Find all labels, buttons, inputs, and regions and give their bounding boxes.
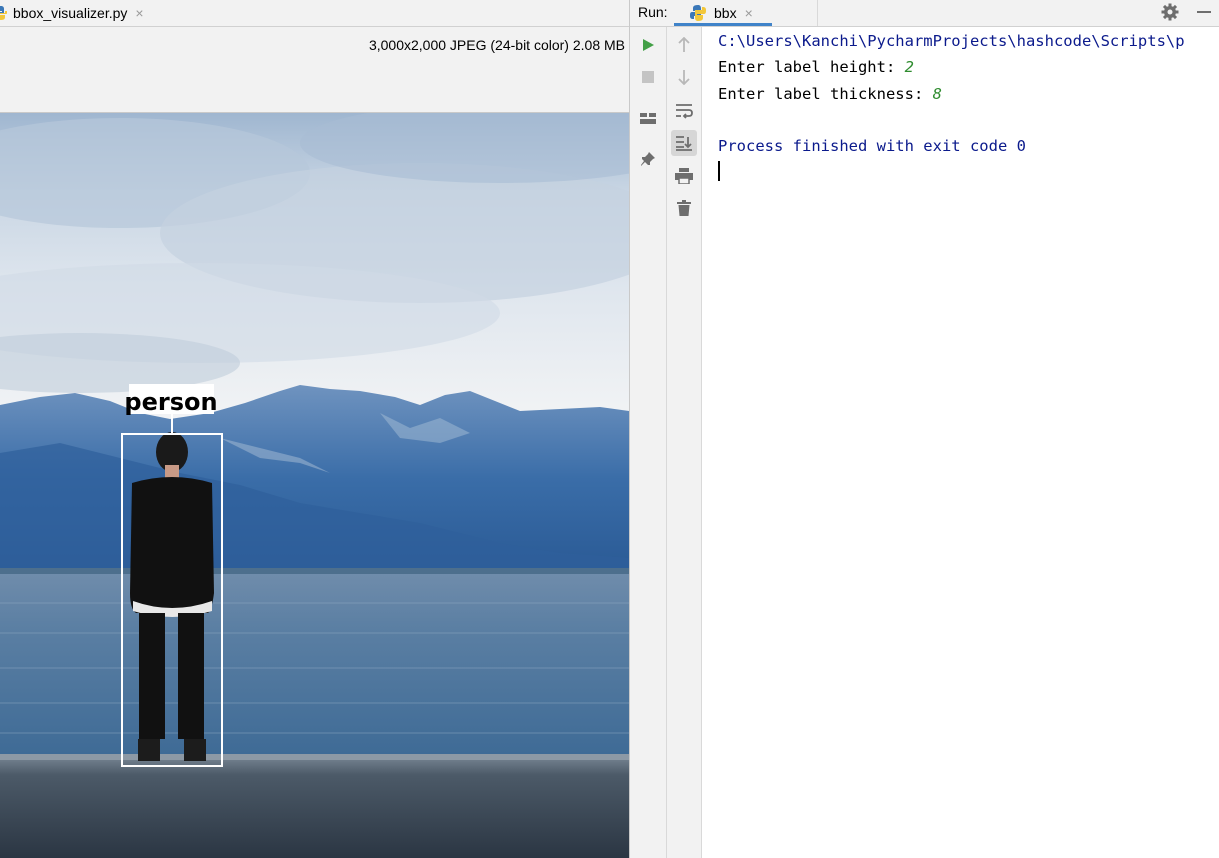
arrow-down-icon — [678, 70, 690, 85]
run-label: Run: — [638, 4, 668, 20]
close-run-tab-icon[interactable]: × — [745, 5, 753, 21]
console-prompt-height: Enter label height: — [718, 58, 905, 76]
run-toolbar-primary — [630, 27, 667, 858]
console-input-thickness: 8 — [932, 85, 942, 103]
minimize-button[interactable] — [1194, 2, 1214, 22]
editor-tab-label: bbox_visualizer.py — [13, 5, 128, 21]
image-info-bar: 3,000x2,000 JPEG (24-bit color) 2.08 MB — [0, 27, 629, 113]
arrow-up-icon — [678, 37, 690, 52]
rerun-button[interactable] — [635, 32, 661, 58]
scroll-to-end-icon — [676, 136, 692, 151]
minimize-icon — [1197, 11, 1211, 13]
stop-button[interactable] — [635, 64, 661, 90]
console-line-height: Enter label height: 2 — [718, 58, 914, 76]
header-divider — [817, 0, 818, 26]
up-stack-button[interactable] — [671, 32, 697, 58]
image-viewer[interactable]: person — [0, 113, 629, 858]
run-tab-indicator — [674, 23, 772, 26]
text-caret — [718, 161, 720, 181]
pin-tab-button[interactable] — [635, 146, 661, 172]
landscape-image: person — [0, 113, 629, 858]
close-tab-icon[interactable]: × — [135, 5, 143, 21]
print-icon — [675, 168, 693, 184]
run-toolbar-secondary — [667, 27, 702, 858]
clear-all-button[interactable] — [671, 195, 697, 221]
console-command-line: C:\Users\Kanchi\PycharmProjects\hashcode… — [718, 32, 1185, 50]
soft-wrap-icon — [676, 104, 693, 119]
editor-tab-bbox-visualizer[interactable]: bbox_visualizer.py × — [0, 0, 144, 26]
play-icon — [643, 39, 654, 51]
detection-label: person — [124, 388, 217, 416]
console-process-finished: Process finished with exit code 0 — [718, 137, 1026, 155]
soft-wrap-button[interactable] — [671, 98, 697, 124]
console-prompt-thickness: Enter label thickness: — [718, 85, 933, 103]
layout-button[interactable] — [635, 105, 661, 131]
gear-icon — [1161, 3, 1179, 21]
console-line-thickness: Enter label thickness: 8 — [718, 85, 942, 103]
editor-tab-bar: bbox_visualizer.py × — [0, 0, 629, 27]
image-info-text: 3,000x2,000 JPEG (24-bit color) 2.08 MB — [368, 37, 625, 53]
python-file-icon — [0, 6, 7, 20]
trash-icon — [677, 200, 691, 216]
run-tab-label: bbx — [714, 5, 737, 21]
console-input-height: 2 — [904, 58, 914, 76]
console-output[interactable]: C:\Users\Kanchi\PycharmProjects\hashcode… — [702, 27, 1219, 858]
print-button[interactable] — [671, 163, 697, 189]
scroll-to-end-button[interactable] — [671, 130, 697, 156]
pin-icon — [641, 152, 655, 166]
python-run-icon — [690, 5, 706, 21]
editor-pane: bbox_visualizer.py × 3,000x2,000 JPEG (2… — [0, 0, 629, 858]
layout-icon — [640, 113, 656, 124]
settings-button[interactable] — [1160, 2, 1180, 22]
run-header: Run: bbx × — [630, 0, 1219, 27]
down-stack-button[interactable] — [671, 64, 697, 90]
stop-icon — [642, 71, 654, 83]
